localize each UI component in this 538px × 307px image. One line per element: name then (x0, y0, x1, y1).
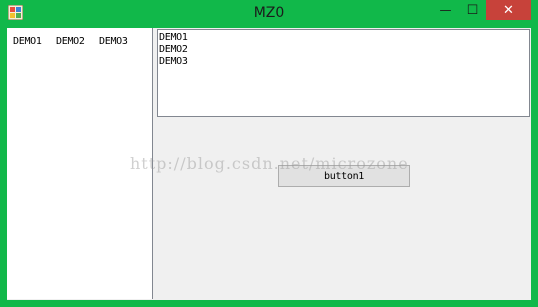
form-client-area: DEMO1 DEMO2 DEMO3 DEMO1 DEMO2 DEMO3 butt… (7, 28, 531, 300)
title-bar[interactable]: MZ0 — ☐ ✕ (0, 0, 538, 28)
minimize-icon: — (439, 3, 452, 17)
list-item[interactable]: DEMO3 (99, 36, 128, 47)
textbox-line: DEMO1 (159, 32, 188, 43)
close-icon: ✕ (503, 2, 514, 18)
textbox-line: DEMO2 (159, 44, 188, 55)
multiline-textbox[interactable]: DEMO1 DEMO2 DEMO3 (157, 29, 530, 117)
textbox-line: DEMO3 (159, 56, 188, 67)
button1[interactable]: button1 (278, 165, 410, 187)
app-window: MZ0 — ☐ ✕ DEMO1 DEMO2 DEMO3 DEMO1 DEMO2 … (0, 0, 538, 307)
maximize-icon: ☐ (466, 2, 479, 18)
close-button[interactable]: ✕ (486, 0, 531, 20)
list-item[interactable]: DEMO2 (56, 36, 85, 47)
maximize-button[interactable]: ☐ (459, 0, 486, 20)
list-item[interactable]: DEMO1 (13, 36, 42, 47)
minimize-button[interactable]: — (432, 0, 459, 20)
list-view[interactable]: DEMO1 DEMO2 DEMO3 (7, 28, 153, 299)
